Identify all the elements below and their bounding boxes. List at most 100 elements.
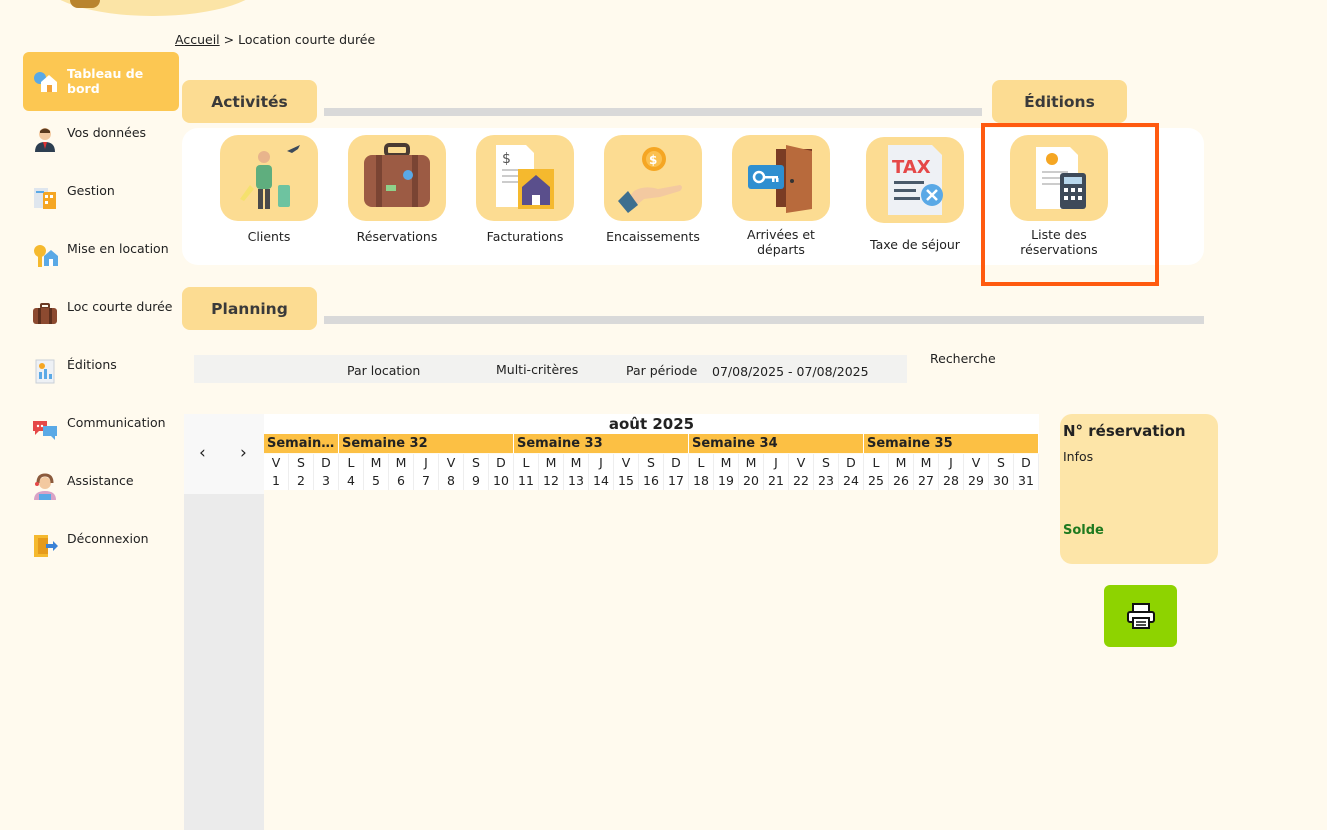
- day-cell[interactable]: L 11: [514, 454, 539, 490]
- calendar-weeks-row: Semaine 31Semaine 32Semaine 33Semaine 34…: [264, 434, 1039, 453]
- sidebar-item-deconnexion[interactable]: Déconnexion: [23, 517, 179, 575]
- day-letter: L: [872, 455, 880, 470]
- day-cell[interactable]: S2: [289, 454, 314, 490]
- sidebar-item-label: Loc courte durée: [67, 299, 173, 314]
- tile-icon-box: TAX: [866, 137, 964, 223]
- sidebar-item-label: Tableau de bord: [67, 66, 144, 96]
- day-cell[interactable]: M5: [364, 454, 389, 490]
- traveler-icon: [240, 145, 300, 209]
- day-cell[interactable]: M 13: [564, 454, 589, 490]
- search-button[interactable]: Recherche: [930, 351, 996, 366]
- suitcase-icon: [33, 303, 57, 324]
- reservation-info-panel: N° réservation Infos Solde: [1060, 414, 1218, 564]
- day-cell[interactable]: S 23: [814, 454, 839, 490]
- sidebar-item-label: Communication: [67, 415, 166, 430]
- day-cell[interactable]: V 22: [789, 454, 814, 490]
- day-cell[interactable]: S 16: [639, 454, 664, 490]
- sidebar-item-tableau-de-bord[interactable]: Tableau de bord: [23, 52, 179, 111]
- day-cell[interactable]: M 26: [889, 454, 914, 490]
- day-cell[interactable]: L 18: [689, 454, 714, 490]
- day-cell[interactable]: S9: [464, 454, 489, 490]
- day-cell[interactable]: M 27: [914, 454, 939, 490]
- tile-facturations[interactable]: $ Facturations: [470, 135, 580, 244]
- day-cell[interactable]: L 25: [864, 454, 889, 490]
- sidebar-item-assistance[interactable]: Assistance: [23, 459, 179, 517]
- date-range-input[interactable]: 07/08/2025 - 07/08/2025: [712, 364, 869, 379]
- day-cell[interactable]: V1: [264, 454, 289, 490]
- day-cell[interactable]: D3: [314, 454, 339, 490]
- day-cell[interactable]: V 29: [964, 454, 989, 490]
- logo-mark: [70, 0, 100, 8]
- day-number: 15: [618, 473, 634, 488]
- support-agent-icon: [34, 473, 56, 500]
- day-letter: J: [774, 455, 778, 470]
- calendar-next-button[interactable]: ›: [240, 443, 247, 463]
- management-icon: [34, 188, 56, 209]
- filter-par-periode[interactable]: Par période: [626, 363, 697, 378]
- day-letter: M: [570, 455, 582, 470]
- sidebar-item-label: Gestion: [67, 183, 115, 198]
- day-cell[interactable]: J 14: [589, 454, 614, 490]
- day-cell[interactable]: M 19: [714, 454, 739, 490]
- sidebar-item-gestion[interactable]: Gestion: [23, 169, 179, 227]
- search-filters: Par location Multi-critères Par période …: [194, 355, 907, 383]
- day-cell[interactable]: V 15: [614, 454, 639, 490]
- day-number: 3: [322, 473, 330, 488]
- sidebar-item-vos-donnees[interactable]: Vos données: [23, 111, 179, 169]
- day-number: 27: [918, 473, 934, 488]
- day-letter: M: [395, 455, 407, 470]
- tile-taxe-de-sejour[interactable]: TAX Taxe de séjour: [860, 137, 970, 252]
- breadcrumb: Accueil > Location courte durée: [175, 32, 375, 47]
- day-cell[interactable]: M 20: [739, 454, 764, 490]
- day-cell[interactable]: J 21: [764, 454, 789, 490]
- day-cell[interactable]: J 28: [939, 454, 964, 490]
- day-number: 17: [668, 473, 684, 488]
- day-letter: M: [920, 455, 932, 470]
- day-letter: V: [271, 455, 281, 470]
- report-icon: [35, 359, 55, 384]
- day-letter: S: [822, 455, 830, 470]
- day-cell[interactable]: M6: [389, 454, 414, 490]
- sidebar-item-loc-courte-duree[interactable]: Loc courte durée: [23, 285, 179, 343]
- calendar-prev-button[interactable]: ‹: [199, 443, 206, 463]
- solde-label: Solde: [1063, 523, 1104, 538]
- sidebar-item-label: Vos données: [67, 125, 147, 140]
- day-cell[interactable]: D 17: [664, 454, 689, 490]
- print-button[interactable]: [1104, 585, 1177, 647]
- day-number: 4: [347, 473, 355, 488]
- tile-reservations[interactable]: Réservations: [342, 135, 452, 244]
- breadcrumb-home-link[interactable]: Accueil: [175, 32, 220, 47]
- user-icon: [35, 128, 55, 152]
- tile-label: Arrivées et départs: [747, 227, 815, 257]
- tile-encaissements[interactable]: $ Encaissements: [598, 135, 708, 244]
- day-number: 18: [693, 473, 709, 488]
- day-number: 28: [943, 473, 959, 488]
- sidebar-item-mise-en-location[interactable]: Mise en location: [23, 227, 179, 285]
- day-cell[interactable]: D 24: [839, 454, 864, 490]
- day-letter: M: [370, 455, 382, 470]
- day-cell[interactable]: D 31: [1014, 454, 1039, 490]
- day-letter: M: [745, 455, 757, 470]
- day-letter: D: [671, 455, 681, 470]
- tile-clients[interactable]: Clients: [214, 135, 324, 244]
- day-cell[interactable]: M 12: [539, 454, 564, 490]
- day-letter: V: [971, 455, 981, 470]
- reservation-number-label: N° réservation: [1063, 422, 1186, 440]
- day-number: 8: [447, 473, 455, 488]
- week-header: Semaine 31: [264, 434, 339, 453]
- calendar-days-row: V 1 S 2 D 3 L 4 M 5 M 6 J 7 V 8 S 9 D 10 L 11 M 12 M 13 J 14 V 15 S 16 D…: [264, 454, 1039, 490]
- filter-par-location[interactable]: Par location: [347, 363, 420, 378]
- day-letter: M: [720, 455, 732, 470]
- sidebar-item-editions[interactable]: Éditions: [23, 343, 179, 401]
- filter-multi-criteres[interactable]: Multi-critères: [496, 362, 578, 377]
- day-cell[interactable]: V8: [439, 454, 464, 490]
- app-logo[interactable]: [42, 0, 264, 16]
- day-cell[interactable]: S 30: [989, 454, 1014, 490]
- day-letter: J: [424, 455, 428, 470]
- day-letter: J: [599, 455, 603, 470]
- day-cell[interactable]: L4: [339, 454, 364, 490]
- day-cell[interactable]: J7: [414, 454, 439, 490]
- sidebar-item-communication[interactable]: Communication: [23, 401, 179, 459]
- day-cell[interactable]: D 10: [489, 454, 514, 490]
- tile-arrivees-departs[interactable]: Arrivées et départs: [726, 135, 836, 257]
